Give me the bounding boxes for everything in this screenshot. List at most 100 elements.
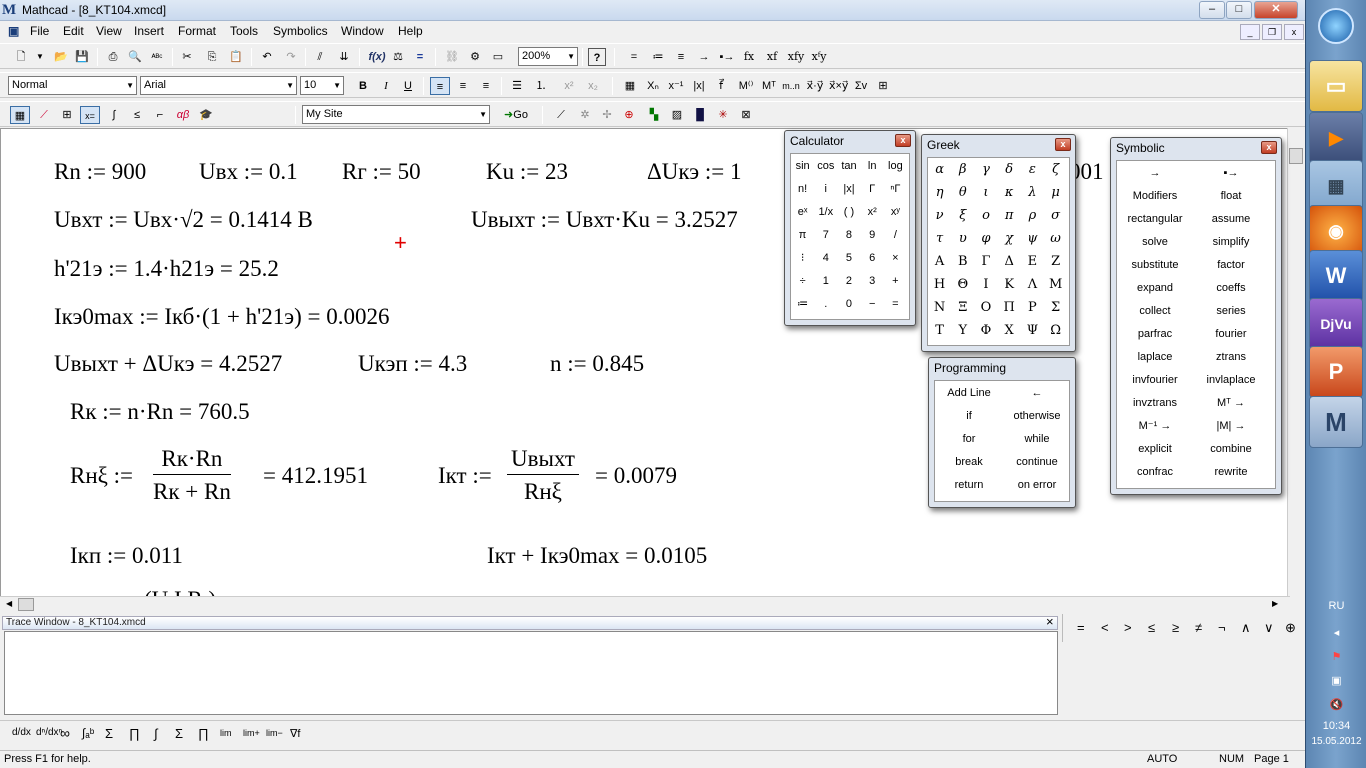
align-across-icon[interactable]: ⫽: [311, 48, 329, 66]
calculator-close-button[interactable]: x: [895, 134, 911, 147]
mdi-restore-button[interactable]: ❐: [1262, 24, 1282, 40]
greek-lower-button[interactable]: μ: [1044, 183, 1067, 203]
prefix-icon[interactable]: fx: [740, 48, 758, 66]
greek-lower-button[interactable]: ψ: [1021, 229, 1044, 249]
calc-key-button[interactable]: i: [814, 179, 837, 199]
infinity-button[interactable]: ∞: [60, 725, 70, 741]
eval-ge-button[interactable]: ≥: [1172, 620, 1179, 635]
greek-lower-button[interactable]: π: [998, 206, 1021, 226]
vector-field-icon[interactable]: ▐▌: [691, 106, 709, 124]
symbolic-toolbar-icon[interactable]: 🎓: [196, 106, 216, 124]
greek-lower-button[interactable]: ρ: [1021, 206, 1044, 226]
calc-key-button[interactable]: −: [861, 294, 884, 314]
range-icon[interactable]: m..n: [782, 77, 800, 95]
undo-icon[interactable]: ↶: [258, 48, 276, 66]
transpose-icon[interactable]: Mᵀ: [760, 77, 778, 95]
greek-upper-button[interactable]: Φ: [974, 321, 997, 341]
greek-lower-button[interactable]: γ: [974, 160, 997, 180]
programming-button[interactable]: break: [935, 452, 1003, 472]
symbolic-button[interactable]: fourier: [1193, 324, 1269, 344]
derivative-button[interactable]: d/dx: [12, 727, 31, 738]
greek-lower-button[interactable]: υ: [951, 229, 974, 249]
print-preview-icon[interactable]: 🔍: [126, 48, 144, 66]
symbolic-button[interactable]: factor: [1193, 255, 1269, 275]
greek-upper-button[interactable]: Ω: [1044, 321, 1067, 341]
eq-ku[interactable]: Ku := 23: [486, 159, 568, 185]
greek-lower-button[interactable]: θ: [951, 183, 974, 203]
greek-upper-button[interactable]: Η: [928, 275, 951, 295]
insert-hyperlink-icon[interactable]: ⛓: [443, 48, 461, 66]
programming-button[interactable]: if: [935, 406, 1003, 426]
eval-equals-icon[interactable]: =: [626, 48, 642, 66]
definite-integral-button[interactable]: ∫ₐᵇ: [82, 726, 94, 740]
subscript-icon[interactable]: x₂: [584, 77, 602, 95]
programming-button[interactable]: otherwise: [1003, 406, 1071, 426]
calc-key-button[interactable]: ×: [884, 248, 907, 268]
limit-left-button[interactable]: lim−: [266, 728, 283, 738]
trace-window-body[interactable]: [4, 631, 1058, 715]
clock-date[interactable]: 15.05.2012: [1306, 736, 1366, 747]
menu-file[interactable]: File: [30, 24, 49, 38]
calc-key-button[interactable]: eˣ: [791, 202, 814, 222]
evaluation-toolbar-icon[interactable]: x=: [80, 106, 100, 124]
range-product-button[interactable]: ∏: [198, 726, 209, 741]
greek-lower-button[interactable]: χ: [998, 229, 1021, 249]
symbolic-button[interactable]: Mᵀ →: [1193, 393, 1269, 413]
programming-button[interactable]: ←: [1003, 383, 1071, 403]
cross-product-icon[interactable]: x⃗×y⃗: [829, 77, 848, 95]
zoom-plot-icon[interactable]: ⊠: [737, 106, 755, 124]
mdi-minimize-button[interactable]: _: [1240, 24, 1260, 40]
eval-eq-button[interactable]: =: [1077, 620, 1085, 635]
calc-key-button[interactable]: 2: [837, 271, 860, 291]
calc-key-button[interactable]: 1: [814, 271, 837, 291]
new-icon[interactable]: 🗋: [12, 48, 30, 66]
media-player-taskbar-icon[interactable]: ▶: [1309, 112, 1363, 164]
subscript-index-icon[interactable]: Xₙ: [644, 77, 662, 95]
mathcad-taskbar-icon[interactable]: M: [1309, 396, 1363, 448]
eval-or-button[interactable]: ∨: [1264, 620, 1274, 636]
plot-wizard-icon[interactable]: ✳: [714, 106, 732, 124]
eq-uvxt[interactable]: Uвхт := Uвх·√2 = 0.1414 B: [54, 207, 313, 233]
eval-and-button[interactable]: ∧: [1241, 620, 1251, 636]
go-button[interactable]: ➜Go: [500, 106, 532, 124]
programming-button[interactable]: while: [1003, 429, 1071, 449]
clock-time[interactable]: 10:34: [1306, 720, 1366, 732]
eval-le-button[interactable]: ≤: [1148, 620, 1155, 635]
xy-plot-icon[interactable]: ⟋: [552, 106, 570, 124]
greek-upper-button[interactable]: Μ: [1044, 275, 1067, 295]
boolean-toolbar-icon[interactable]: ≤: [127, 106, 147, 124]
greek-upper-button[interactable]: Ι: [974, 275, 997, 295]
greek-upper-button[interactable]: Λ: [1021, 275, 1044, 295]
symbolic-close-button[interactable]: x: [1261, 141, 1277, 154]
calc-key-button[interactable]: 5: [837, 248, 860, 268]
greek-upper-button[interactable]: Ψ: [1021, 321, 1044, 341]
font-size-select[interactable]: 10 ▼: [300, 76, 344, 95]
eq-sum-u[interactable]: Uвыхт + ΔUкэ = 4.2527: [54, 351, 282, 377]
greek-upper-button[interactable]: Κ: [998, 275, 1021, 295]
greek-lower-button[interactable]: β: [951, 160, 974, 180]
eq-ikt-fraction[interactable]: Uвыхт Rнξ: [507, 446, 579, 505]
greek-upper-button[interactable]: Ξ: [951, 298, 974, 318]
open-icon[interactable]: 📂: [52, 48, 70, 66]
symbolic-button[interactable]: invztrans: [1117, 393, 1193, 413]
calc-key-button[interactable]: 1/x: [814, 202, 837, 222]
greek-title[interactable]: Greek: [922, 135, 1075, 155]
powerpoint-taskbar-icon[interactable]: P: [1309, 346, 1363, 398]
language-indicator[interactable]: RU: [1306, 600, 1366, 612]
greek-upper-button[interactable]: Σ: [1044, 298, 1067, 318]
eval-symbolic-icon[interactable]: →: [696, 48, 712, 66]
calc-key-button[interactable]: tan: [837, 156, 860, 176]
vertical-scrollbar[interactable]: [1287, 128, 1304, 598]
horizontal-scrollbar[interactable]: ◀ ▶: [0, 596, 1290, 613]
eval-ne-button[interactable]: ≠: [1195, 620, 1202, 635]
symbolic-button[interactable]: invlaplace: [1193, 370, 1269, 390]
menu-view[interactable]: View: [96, 24, 122, 38]
3d-bar-icon[interactable]: ▨: [668, 106, 686, 124]
symbolic-button[interactable]: →: [1117, 163, 1193, 183]
calc-key-button[interactable]: ⁝: [791, 248, 814, 268]
mdi-close-button[interactable]: x: [1284, 24, 1304, 40]
eq-ikt-sum[interactable]: Iкт + Iкэ0max = 0.0105: [487, 543, 707, 569]
calc-key-button[interactable]: ÷: [791, 271, 814, 291]
dot-product-icon[interactable]: x⃗·y⃗: [806, 77, 824, 95]
greek-lower-button[interactable]: φ: [974, 229, 997, 249]
